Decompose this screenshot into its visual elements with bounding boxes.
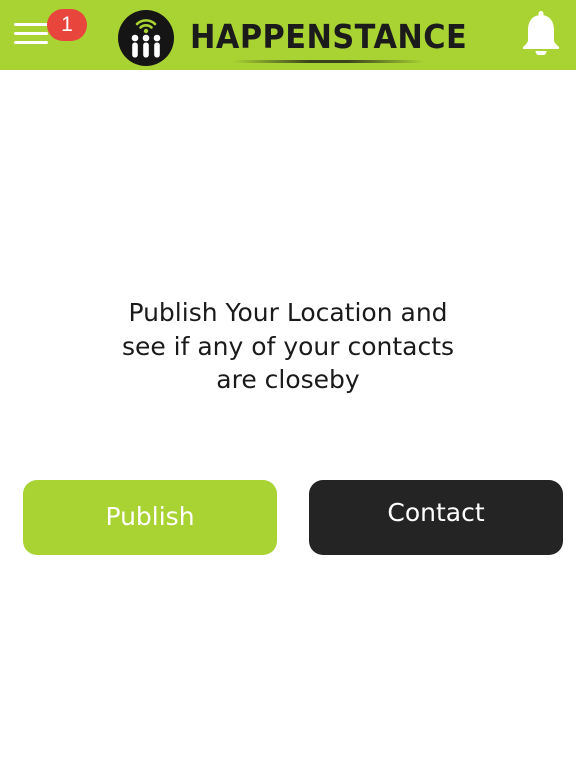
logo-underline xyxy=(234,60,424,63)
menu-bar xyxy=(14,41,48,44)
notification-count-badge: 1 xyxy=(47,9,87,41)
message-line: see if any of your contacts xyxy=(121,331,455,361)
app-header: 1 HAPPENSTANCE xyxy=(0,0,576,70)
app-logo-text: HAPPENSTANCE xyxy=(190,17,468,56)
publish-location-message: Publish Your Location and see if any of … xyxy=(88,296,488,397)
hamburger-menu-icon[interactable] xyxy=(14,22,48,46)
contact-button[interactable]: Contact xyxy=(309,480,563,555)
happenstance-logo-icon xyxy=(118,10,174,66)
message-line: are closeby xyxy=(216,365,360,394)
message-line: Publish Your Location and xyxy=(128,298,448,327)
publish-button[interactable]: Publish xyxy=(23,480,277,555)
app-logo: HAPPENSTANCE xyxy=(116,8,467,66)
menu-bar xyxy=(14,32,48,35)
menu-bar xyxy=(14,23,48,26)
bell-icon[interactable] xyxy=(520,11,562,55)
